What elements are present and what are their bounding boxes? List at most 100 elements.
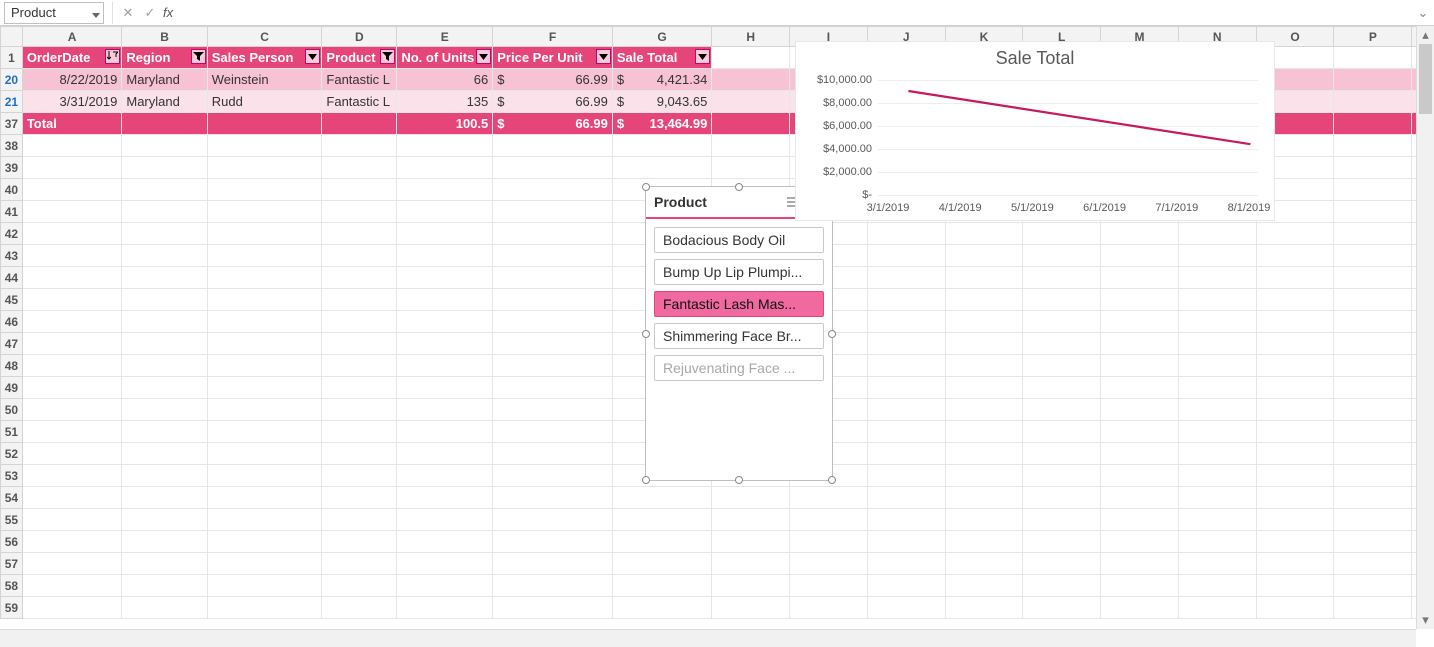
row-head-49[interactable]: 49 (1, 377, 23, 399)
cell[interactable] (945, 597, 1023, 619)
name-box-dropdown-icon[interactable] (92, 6, 100, 21)
cell[interactable] (22, 267, 122, 289)
filter-button[interactable] (476, 49, 491, 64)
cell[interactable] (1101, 267, 1179, 289)
row-head-21[interactable]: 21 (1, 91, 23, 113)
cell[interactable] (1178, 597, 1256, 619)
cell[interactable] (122, 443, 207, 465)
cell[interactable] (1101, 289, 1179, 311)
cell[interactable] (322, 157, 397, 179)
cell[interactable] (867, 553, 945, 575)
cell[interactable] (1178, 377, 1256, 399)
cell[interactable] (397, 245, 493, 267)
cell[interactable] (207, 597, 322, 619)
row-head-37[interactable]: 37 (1, 113, 23, 135)
cell[interactable] (712, 575, 790, 597)
cell[interactable] (397, 509, 493, 531)
scroll-down-icon[interactable]: ▾ (1417, 611, 1434, 629)
cell[interactable] (122, 355, 207, 377)
cell[interactable] (322, 355, 397, 377)
cell[interactable] (945, 531, 1023, 553)
cell[interactable] (612, 135, 711, 157)
cell[interactable] (322, 575, 397, 597)
cell[interactable] (22, 245, 122, 267)
cell[interactable] (322, 531, 397, 553)
cell[interactable] (493, 443, 613, 465)
cell[interactable] (1101, 553, 1179, 575)
cell[interactable] (322, 311, 397, 333)
cell[interactable] (322, 135, 397, 157)
row-head-41[interactable]: 41 (1, 201, 23, 223)
cell[interactable] (493, 267, 613, 289)
cell[interactable] (790, 487, 868, 509)
cell[interactable] (612, 509, 711, 531)
cell[interactable] (867, 377, 945, 399)
vertical-scrollbar[interactable]: ▴ ▾ (1416, 26, 1434, 629)
cell[interactable] (397, 135, 493, 157)
cell[interactable] (207, 333, 322, 355)
row-head-43[interactable]: 43 (1, 245, 23, 267)
cell[interactable] (1023, 333, 1101, 355)
filter-button[interactable] (191, 49, 206, 64)
cell[interactable] (1101, 223, 1179, 245)
cell[interactable] (867, 311, 945, 333)
cell[interactable] (1178, 465, 1256, 487)
cell[interactable] (1334, 421, 1412, 443)
cell[interactable] (1334, 465, 1412, 487)
cell[interactable]: 3/31/2019 (22, 91, 122, 113)
cell[interactable] (397, 289, 493, 311)
cell[interactable] (207, 355, 322, 377)
scroll-thumb[interactable] (1419, 44, 1432, 114)
cell[interactable] (207, 245, 322, 267)
cell[interactable]: Total (22, 113, 122, 135)
cell[interactable] (945, 289, 1023, 311)
fx-icon[interactable]: fx (161, 5, 179, 20)
cell[interactable] (493, 509, 613, 531)
cell[interactable] (1023, 377, 1101, 399)
cell[interactable] (612, 157, 711, 179)
formula-input[interactable] (179, 2, 1412, 24)
cell[interactable] (867, 443, 945, 465)
cell[interactable]: $66.99 (493, 69, 613, 91)
row-head-48[interactable]: 48 (1, 355, 23, 377)
cell[interactable] (1334, 201, 1412, 223)
row-head-59[interactable]: 59 (1, 597, 23, 619)
select-all-corner[interactable] (1, 27, 23, 47)
row-head-42[interactable]: 42 (1, 223, 23, 245)
cell[interactable] (712, 597, 790, 619)
cell[interactable] (322, 421, 397, 443)
cell[interactable]: OrderDate (22, 47, 122, 69)
cell[interactable]: No. of Units (397, 47, 493, 69)
cell[interactable] (397, 201, 493, 223)
expand-formula-bar-icon[interactable]: ⌄ (1412, 5, 1434, 21)
cell[interactable] (122, 179, 207, 201)
resize-handle[interactable] (735, 183, 743, 191)
cell[interactable] (122, 575, 207, 597)
cell[interactable] (712, 135, 790, 157)
cell[interactable] (790, 531, 868, 553)
cell[interactable] (945, 245, 1023, 267)
resize-handle[interactable] (642, 330, 650, 338)
sale-total-chart[interactable]: Sale Total $10,000.00$8,000.00$6,000.00$… (795, 41, 1275, 221)
cell[interactable] (1023, 399, 1101, 421)
row-head-56[interactable]: 56 (1, 531, 23, 553)
cell[interactable] (207, 113, 322, 135)
cell[interactable] (612, 553, 711, 575)
cell[interactable] (322, 553, 397, 575)
cell[interactable] (122, 377, 207, 399)
cell[interactable] (22, 421, 122, 443)
cell[interactable] (322, 201, 397, 223)
row-head-52[interactable]: 52 (1, 443, 23, 465)
cell[interactable] (867, 487, 945, 509)
cell[interactable] (1334, 597, 1412, 619)
row-head-20[interactable]: 20 (1, 69, 23, 91)
cell[interactable] (1023, 421, 1101, 443)
cell[interactable]: 100.5 (397, 113, 493, 135)
cell[interactable] (122, 399, 207, 421)
cell[interactable] (1256, 289, 1334, 311)
cell[interactable] (867, 509, 945, 531)
cell[interactable] (122, 223, 207, 245)
cell[interactable] (122, 157, 207, 179)
col-head-G[interactable]: G (612, 27, 711, 47)
cell[interactable] (1101, 531, 1179, 553)
